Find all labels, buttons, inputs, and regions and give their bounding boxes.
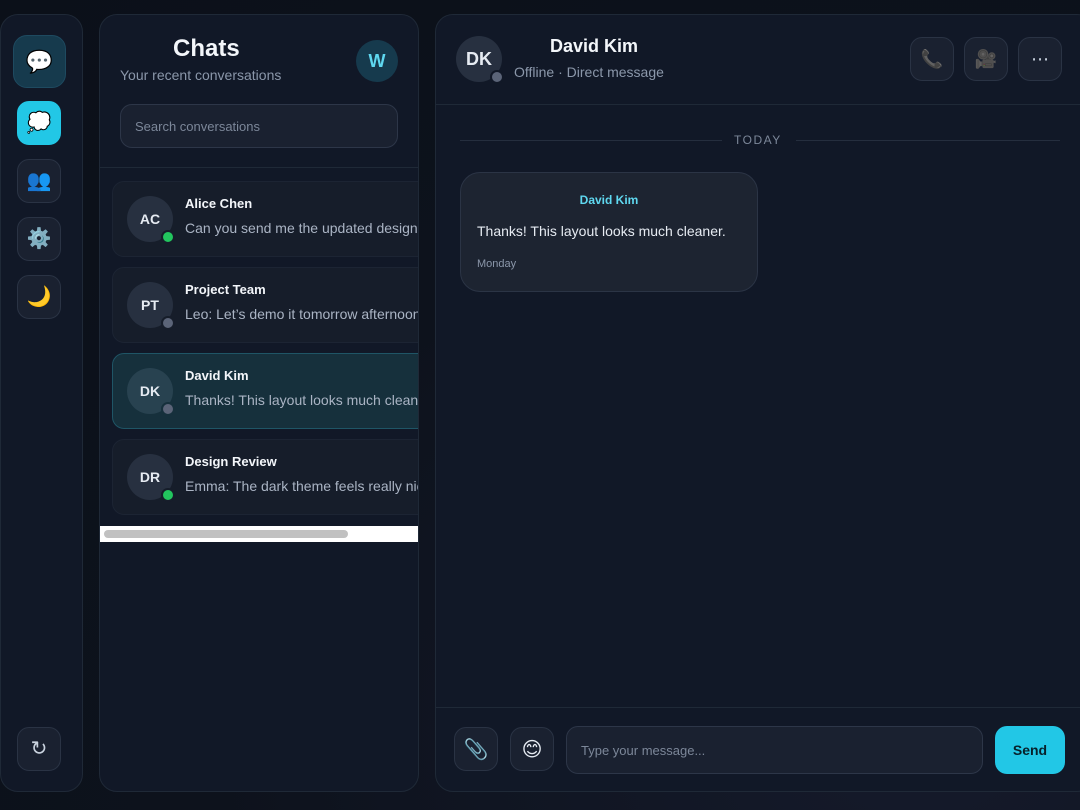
avatar-initials: PT xyxy=(141,297,159,313)
page-subtitle: Your recent conversations xyxy=(120,67,282,83)
separator-line xyxy=(460,140,722,141)
conversation-name: David Kim xyxy=(185,368,249,383)
avatar: AC xyxy=(127,196,175,244)
scrollbar-thumb[interactable] xyxy=(104,530,348,538)
message-composer: 📎 😊 Send xyxy=(436,707,1080,791)
avatar-initials: DR xyxy=(139,469,161,485)
page-title: Chats xyxy=(173,35,240,62)
message-input[interactable] xyxy=(566,726,983,774)
avatar: PT xyxy=(127,282,175,330)
status-dot-online xyxy=(161,230,175,244)
rail-contacts-button[interactable]: 👥 xyxy=(17,159,61,203)
avatar: DK xyxy=(456,36,504,84)
contact-name: David Kim xyxy=(550,36,639,56)
conversation-list-panel: Chats Your recent conversations W AC Ali… xyxy=(99,14,419,792)
list-item-selected[interactable]: DK David Kim Thanks! This layout looks m… xyxy=(112,353,419,429)
message-text: Thanks! This layout looks much cleaner. xyxy=(477,223,726,239)
day-label: TODAY xyxy=(734,133,782,147)
conversation-name: Design Review xyxy=(185,454,277,469)
nav-rail: 💬 💭 👥 ⚙️ 🌙 ↻ xyxy=(0,14,83,792)
attach-button[interactable]: 📎 xyxy=(454,727,498,771)
status-dot-offline xyxy=(490,70,504,84)
rail-theme-button[interactable]: 🌙 xyxy=(17,275,61,319)
conversation-preview: Leo: Let’s demo it tomorrow afternoon xyxy=(185,306,419,322)
list-item[interactable]: PT Project Team Leo: Let’s demo it tomor… xyxy=(112,267,419,343)
avatar-initials: DK xyxy=(139,383,161,399)
paperclip-icon: 📎 xyxy=(463,738,489,761)
user-avatar[interactable]: W xyxy=(356,40,398,82)
list-item[interactable]: AC Alice Chen Can you send me the update… xyxy=(112,181,418,257)
day-separator: TODAY xyxy=(460,131,1060,149)
video-camera-icon: 🎥 xyxy=(974,48,998,69)
avatar: DK xyxy=(127,368,175,416)
status-dot-offline xyxy=(161,316,175,330)
contact-status: Offline · Direct message xyxy=(514,64,664,80)
more-options-button[interactable]: ⋯ xyxy=(1018,37,1062,81)
search-input[interactable] xyxy=(120,104,398,148)
chat-panel: DK David Kim Offline · Direct message 📞 … xyxy=(435,14,1080,792)
refresh-icon: ↻ xyxy=(30,738,48,760)
thought-bubble-icon: 💭 xyxy=(26,112,52,134)
rail-settings-button[interactable]: ⚙️ xyxy=(17,217,61,261)
status-dot-offline xyxy=(161,402,175,416)
gear-icon: ⚙️ xyxy=(26,228,52,250)
conversation-name: Project Team xyxy=(185,282,266,297)
app-logo[interactable]: 💬 xyxy=(13,35,66,88)
moon-icon: 🌙 xyxy=(26,286,52,308)
people-icon: 👥 xyxy=(26,170,52,192)
conversation-preview: Emma: The dark theme feels really nice xyxy=(185,478,419,494)
message-bubble: David Kim Thanks! This layout looks much… xyxy=(460,172,758,292)
avatar-initials: AC xyxy=(139,211,161,227)
phone-icon: 📞 xyxy=(920,48,944,69)
video-call-button[interactable]: 🎥 xyxy=(964,37,1008,81)
horizontal-scrollbar[interactable] xyxy=(100,526,418,542)
speech-bubble-icon: 💬 xyxy=(25,48,54,74)
divider xyxy=(100,167,418,168)
rail-chats-button[interactable]: 💭 xyxy=(17,101,61,145)
send-button[interactable]: Send xyxy=(995,726,1065,774)
separator-line xyxy=(796,140,1060,141)
rail-refresh-button[interactable]: ↻ xyxy=(17,727,61,771)
avatar: DR xyxy=(127,454,175,502)
conversation-preview: Thanks! This layout looks much cleaner. xyxy=(185,392,419,408)
emoji-icon: 😊 xyxy=(521,738,543,761)
message-time: Monday xyxy=(477,258,517,270)
avatar-initials: DK xyxy=(466,48,492,69)
call-button[interactable]: 📞 xyxy=(910,37,954,81)
status-dot-online xyxy=(161,488,175,502)
chat-app: 💬 💭 👥 ⚙️ 🌙 ↻ Chats Your recent conversat… xyxy=(0,0,1080,810)
chat-header: DK David Kim Offline · Direct message 📞 … xyxy=(436,15,1080,105)
emoji-button[interactable]: 😊 xyxy=(510,727,554,771)
more-icon: ⋯ xyxy=(1031,48,1049,69)
message-sender: David Kim xyxy=(579,193,639,207)
conversation-preview: Can you send me the updated design xyxy=(185,220,418,236)
list-item[interactable]: DR Design Review Emma: The dark theme fe… xyxy=(112,439,419,515)
conversation-name: Alice Chen xyxy=(185,196,253,211)
